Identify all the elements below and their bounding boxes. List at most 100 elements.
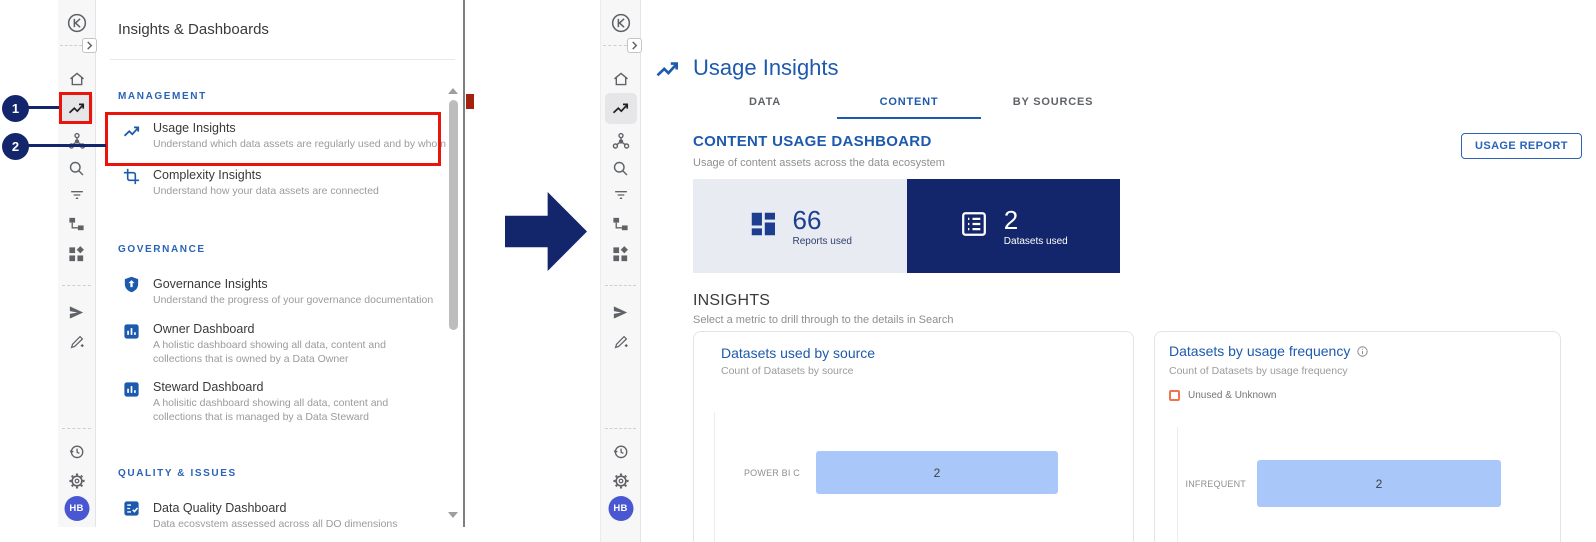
metric-label: Reports used	[793, 236, 852, 247]
right-icon-rail: HB	[601, 0, 641, 542]
callout-2-line	[27, 144, 106, 147]
menu-item-title: Data Quality Dashboard	[153, 501, 286, 515]
tab-content[interactable]: CONTENT	[837, 90, 981, 119]
metric-value: 2	[1004, 206, 1068, 234]
page-title: Usage Insights	[693, 55, 839, 81]
metric-datasets-used[interactable]: 2 Datasets used	[907, 179, 1121, 273]
chart-title-link[interactable]: Datasets by usage frequency	[1169, 343, 1350, 359]
menu-item-steward-dashboard[interactable]: Steward Dashboard A holisitic dashboard …	[58, 371, 458, 429]
chart-title-link[interactable]: Datasets used by source	[721, 345, 875, 361]
filter-icon[interactable]	[608, 182, 634, 208]
menu-item-desc: Understand the progress of your governan…	[153, 293, 433, 307]
dashboard-title: CONTENT USAGE DASHBOARD	[693, 133, 932, 150]
menu-item-desc: Understand how your data assets are conn…	[153, 184, 379, 198]
screenshot-usage-insights: HB Usage Insights DATA CONTENT BY SOURCE…	[600, 0, 1596, 542]
chart-subtitle: Count of Datasets by usage frequency	[1169, 365, 1348, 377]
metric-reports-used[interactable]: 66 Reports used	[693, 179, 907, 273]
legend-item-unused-unknown[interactable]: Unused & Unknown	[1169, 390, 1276, 401]
app-logo-icon[interactable]	[64, 10, 90, 36]
lineage-tree-icon[interactable]	[608, 211, 634, 237]
app-logo-icon[interactable]	[608, 10, 634, 36]
left-icon-rail: HB	[58, 0, 96, 527]
send-icon[interactable]	[608, 299, 634, 325]
menu-item-title: Steward Dashboard	[153, 380, 263, 394]
legend-label: Unused & Unknown	[1188, 390, 1276, 401]
bar-category-label: POWER BI C	[714, 451, 800, 494]
shield-icon	[122, 275, 141, 299]
menu-item-data-quality-dashboard[interactable]: Data Quality Dashboard Data ecosystem as…	[58, 492, 458, 527]
lineage-tree-icon[interactable]	[64, 211, 90, 237]
tab-bar: DATA CONTENT BY SOURCES	[693, 90, 1125, 119]
screenshot-edge	[463, 0, 465, 527]
insights-trending-up-icon[interactable]	[608, 96, 634, 122]
rail-divider	[605, 285, 636, 286]
history-icon[interactable]	[608, 438, 634, 464]
scrollbar-up-arrow[interactable]	[448, 88, 458, 94]
usage-report-button[interactable]: USAGE REPORT	[1461, 133, 1582, 159]
transition-arrow	[505, 192, 587, 271]
chart-card-usage-frequency: Datasets by usage frequency Count of Dat…	[1154, 331, 1561, 542]
menu-item-desc: A holisitic dashboard showing all data, …	[153, 396, 423, 424]
rail-divider	[605, 428, 636, 429]
highlight-box-usage-insights	[105, 112, 441, 166]
crop-icon	[122, 167, 141, 191]
insights-subtitle: Select a metric to drill through to the …	[693, 314, 953, 326]
dashboard-grid-icon[interactable]	[64, 241, 90, 267]
insights-heading: INSIGHTS	[693, 292, 770, 310]
expand-panel-button[interactable]	[82, 38, 97, 53]
settings-gear-icon[interactable]	[64, 468, 90, 494]
legend-swatch	[1169, 390, 1180, 401]
menu-item-title: Complexity Insights	[153, 168, 261, 182]
bar-category-label: INFREQUENT	[1165, 460, 1246, 507]
menu-item-governance-insights[interactable]: Governance Insights Understand the progr…	[58, 268, 458, 316]
tab-data[interactable]: DATA	[693, 90, 837, 119]
reports-grid-icon	[748, 209, 778, 244]
settings-gear-icon[interactable]	[608, 468, 634, 494]
callout-2: 2	[2, 133, 29, 160]
rail-dash	[60, 45, 82, 46]
metric-label: Datasets used	[1004, 236, 1068, 247]
scrollbar-down-arrow[interactable]	[448, 512, 458, 518]
metric-value: 66	[793, 206, 852, 234]
menu-item-owner-dashboard[interactable]: Owner Dashboard A holistic dashboard sho…	[58, 313, 458, 371]
info-icon[interactable]	[1356, 345, 1369, 363]
chart-card-datasets-by-source: Datasets used by source Count of Dataset…	[693, 331, 1134, 542]
user-avatar[interactable]: HB	[608, 496, 633, 521]
rail-dash	[603, 45, 627, 46]
bar-infrequent[interactable]: 2	[1257, 460, 1501, 507]
metric-cards: 66 Reports used 2 Datasets used	[693, 179, 1120, 273]
screenshot-nav-panel: HB Insights & Dashboards MANAGEMENT Usag…	[58, 0, 466, 527]
callout-1-line	[27, 106, 59, 109]
menu-item-complexity-insights[interactable]: Complexity Insights Understand how your …	[58, 160, 458, 208]
callout-1: 1	[2, 95, 29, 122]
bar-chart-icon	[122, 380, 141, 404]
search-icon[interactable]	[608, 155, 634, 181]
bar-power-bi[interactable]: 2	[816, 451, 1058, 494]
menu-item-title: Owner Dashboard	[153, 322, 254, 336]
datasets-list-icon	[959, 209, 989, 244]
dashboard-grid-icon[interactable]	[608, 241, 634, 267]
section-label-governance: GOVERNANCE	[118, 244, 206, 255]
hub-icon[interactable]	[608, 128, 634, 154]
menu-item-title: Governance Insights	[153, 277, 268, 291]
divider	[110, 59, 455, 60]
menu-item-desc: A holistic dashboard showing all data, c…	[153, 338, 423, 366]
panel-title: Insights & Dashboards	[118, 21, 269, 38]
scrollbar-thumb[interactable]	[449, 100, 458, 330]
edit-pencil-icon[interactable]	[608, 329, 634, 355]
tutorial-figure: HB Insights & Dashboards MANAGEMENT Usag…	[0, 0, 1596, 542]
expand-panel-button[interactable]	[627, 38, 642, 53]
menu-item-desc: Data ecosystem assessed across all DQ di…	[153, 517, 453, 527]
red-edge-fragment	[466, 94, 474, 109]
section-label-quality-issues: QUALITY & ISSUES	[118, 468, 237, 479]
page-title-trending-up-icon	[654, 56, 682, 89]
chart-subtitle: Count of Datasets by source	[721, 365, 854, 377]
tab-by-sources[interactable]: BY SOURCES	[981, 90, 1125, 119]
section-label-management: MANAGEMENT	[118, 91, 207, 102]
history-icon[interactable]	[64, 438, 90, 464]
home-icon[interactable]	[64, 66, 90, 92]
home-icon[interactable]	[608, 66, 634, 92]
highlight-box-nav-icon	[59, 92, 92, 124]
checklist-icon	[122, 499, 141, 523]
dashboard-subtitle: Usage of content assets across the data …	[693, 157, 945, 169]
